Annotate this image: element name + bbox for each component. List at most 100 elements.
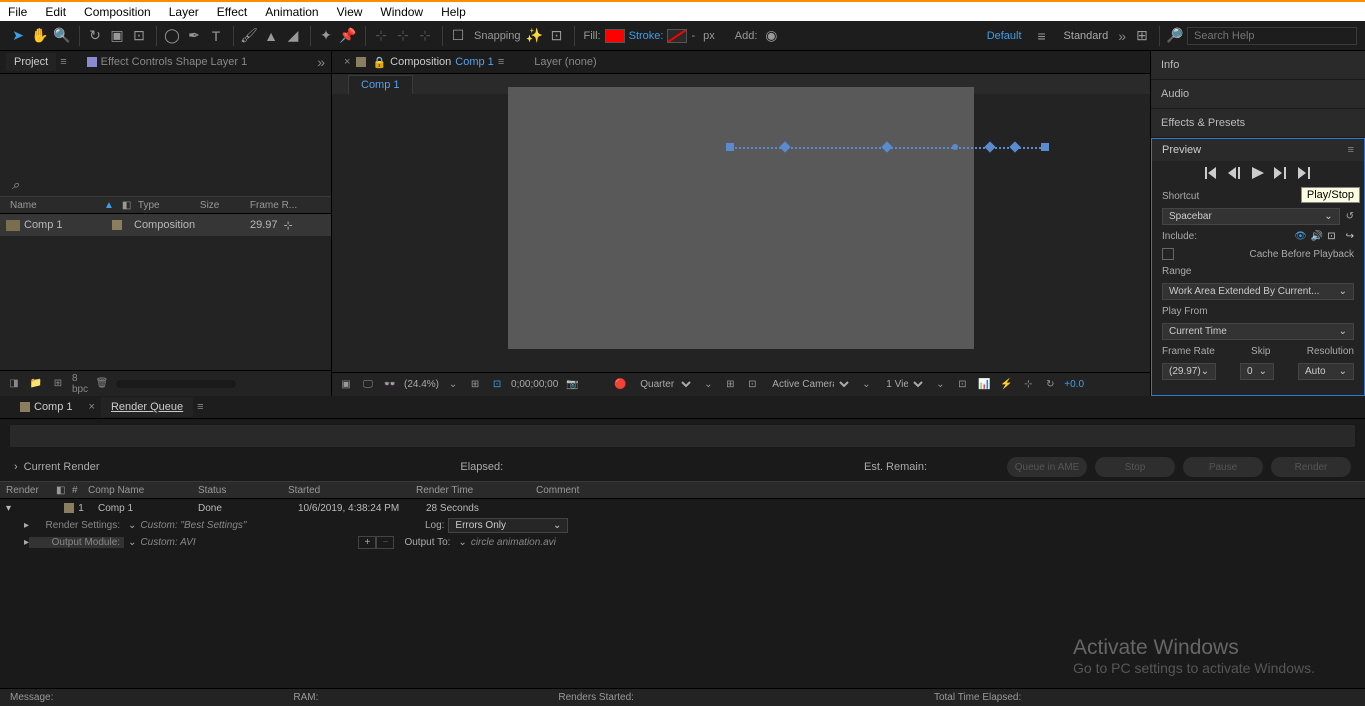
folder-icon[interactable]: 📁 bbox=[28, 377, 44, 391]
camera-tool-icon[interactable]: ▣ bbox=[107, 26, 127, 46]
roto-tool-icon[interactable]: ✦ bbox=[316, 26, 336, 46]
remove-output-icon[interactable]: − bbox=[376, 536, 394, 549]
snap-point-icon[interactable]: ✨ bbox=[525, 26, 545, 46]
snapshot-icon[interactable]: 📷 bbox=[564, 378, 580, 392]
menu-window[interactable]: Window bbox=[380, 5, 423, 19]
eraser-tool-icon[interactable]: ◢ bbox=[283, 26, 303, 46]
path-vertex[interactable] bbox=[1009, 141, 1020, 152]
chevron-down-icon[interactable]: ⌄ bbox=[128, 537, 136, 548]
comp-subtab[interactable]: Comp 1 bbox=[348, 75, 413, 94]
stop-button[interactable]: Stop bbox=[1095, 457, 1175, 477]
trash-icon[interactable]: 🗑 bbox=[94, 377, 110, 391]
resolution-icon[interactable]: ⊞ bbox=[467, 378, 483, 392]
last-frame-button[interactable] bbox=[1298, 167, 1312, 182]
col-status[interactable]: Status bbox=[192, 485, 282, 496]
snap-checkbox-icon[interactable]: ☐ bbox=[448, 26, 468, 46]
chevron-down-icon[interactable]: ⌄ bbox=[128, 520, 136, 531]
skip-dropdown[interactable]: 0⌄ bbox=[1240, 363, 1274, 380]
add-chevron-icon[interactable]: ◉ bbox=[761, 26, 781, 46]
workspace-default[interactable]: Default bbox=[987, 30, 1022, 42]
chevron-down-icon[interactable]: ⌄ bbox=[932, 378, 948, 392]
chevron-down-icon[interactable]: ⌄ bbox=[700, 378, 716, 392]
text-tool-icon[interactable]: T bbox=[206, 26, 226, 46]
fast-preview-icon[interactable]: ⚡ bbox=[998, 378, 1014, 392]
col-started[interactable]: Started bbox=[282, 485, 410, 496]
cache-checkbox[interactable] bbox=[1162, 248, 1174, 260]
menu-edit[interactable]: Edit bbox=[45, 5, 66, 19]
ellipse-tool-icon[interactable]: ◯ bbox=[162, 26, 182, 46]
col-render[interactable]: Render bbox=[0, 485, 50, 496]
quality-dropdown[interactable]: Quarter bbox=[634, 377, 694, 392]
shape-path[interactable] bbox=[730, 147, 1045, 149]
puppet-tool-icon[interactable]: 📌 bbox=[338, 26, 358, 46]
include-overlay-icon[interactable]: ⊡ bbox=[1327, 231, 1335, 242]
search-help-input[interactable] bbox=[1187, 27, 1357, 45]
render-queue-tab[interactable]: Render Queue bbox=[101, 397, 193, 417]
zoom-tool-icon[interactable]: 🔍 bbox=[52, 26, 72, 46]
render-item-row[interactable]: ▾ 1 Comp 1 Done 10/6/2019, 4:38:24 PM 28… bbox=[0, 499, 1365, 517]
effects-presets-panel[interactable]: Effects & Presets bbox=[1151, 109, 1365, 138]
mask-icon[interactable]: 👓 bbox=[382, 378, 398, 392]
output-module-value[interactable]: Custom: AVI bbox=[140, 537, 358, 548]
region-icon[interactable]: 🖵 bbox=[360, 378, 376, 392]
pixel-aspect-icon[interactable]: 📊 bbox=[976, 378, 992, 392]
new-comp-icon[interactable]: ⊞ bbox=[50, 377, 66, 391]
col-compname[interactable]: Comp Name bbox=[82, 485, 192, 496]
always-preview-icon[interactable]: ▣ bbox=[338, 378, 354, 392]
menu-file[interactable]: File bbox=[8, 5, 27, 19]
add-label[interactable]: Add: bbox=[735, 30, 758, 42]
composition-viewer[interactable] bbox=[332, 94, 1150, 372]
effect-controls-tab[interactable]: Effect Controls Shape Layer 1 bbox=[101, 53, 256, 71]
prev-frame-button[interactable] bbox=[1228, 167, 1242, 182]
menu-layer[interactable]: Layer bbox=[169, 5, 199, 19]
col-num[interactable]: # bbox=[66, 485, 82, 496]
menu-effect[interactable]: Effect bbox=[217, 5, 247, 19]
fill-label[interactable]: Fill: bbox=[584, 30, 601, 42]
flowchart-icon[interactable]: ⊹ bbox=[284, 219, 293, 232]
zoom-level[interactable]: (24.4%) bbox=[404, 379, 439, 390]
col-type[interactable]: Type bbox=[134, 200, 196, 211]
audio-panel[interactable]: Audio bbox=[1151, 80, 1365, 109]
interpret-icon[interactable]: ◨ bbox=[6, 377, 22, 391]
col-label-icon[interactable]: ◧ bbox=[50, 485, 66, 496]
reset-shortcut-icon[interactable]: ↺ bbox=[1346, 211, 1354, 222]
range-dropdown[interactable]: Work Area Extended By Current...⌄ bbox=[1162, 283, 1354, 300]
exposure-value[interactable]: +0.0 bbox=[1064, 379, 1084, 390]
menu-animation[interactable]: Animation bbox=[265, 5, 318, 19]
timeline-tab[interactable]: Comp 1 bbox=[10, 397, 83, 417]
views-dropdown[interactable]: 1 View bbox=[880, 377, 926, 392]
resolution-dropdown[interactable]: Auto⌄ bbox=[1298, 363, 1354, 380]
path-handle[interactable] bbox=[726, 143, 734, 151]
stroke-swatch[interactable] bbox=[667, 29, 687, 43]
workspace-menu-icon[interactable]: ≡ bbox=[1032, 26, 1052, 46]
composition-canvas[interactable] bbox=[508, 87, 974, 349]
project-tab[interactable]: Project bbox=[6, 53, 56, 71]
workspace-standard[interactable]: Standard bbox=[1064, 30, 1109, 42]
col-name[interactable]: Name bbox=[6, 200, 104, 211]
panel-menu-icon[interactable]: ≡ bbox=[197, 401, 203, 413]
guide-icon[interactable]: ⊡ bbox=[744, 378, 760, 392]
add-output-icon[interactable]: + bbox=[358, 536, 376, 549]
timecode[interactable]: 0;00;00;00 bbox=[511, 379, 558, 390]
info-panel[interactable]: Info bbox=[1151, 51, 1365, 80]
play-button[interactable] bbox=[1252, 167, 1264, 182]
path-vertex[interactable] bbox=[881, 141, 892, 152]
comp-name[interactable]: Comp 1 bbox=[455, 56, 494, 68]
pan-behind-tool-icon[interactable]: ⊡ bbox=[129, 26, 149, 46]
home-icon[interactable]: ⊞ bbox=[1132, 26, 1152, 46]
panel-menu-icon[interactable]: ≡ bbox=[498, 56, 504, 68]
expand-icon[interactable]: › bbox=[14, 461, 18, 473]
path-handle[interactable] bbox=[1041, 143, 1049, 151]
overflow-icon[interactable]: » bbox=[317, 54, 325, 70]
lock-icon[interactable]: 🔒 bbox=[372, 56, 386, 69]
flowchart-icon[interactable]: ⊹ bbox=[1020, 378, 1036, 392]
include-audio-icon[interactable]: 🔊 bbox=[1311, 231, 1323, 242]
preview-title[interactable]: Preview bbox=[1162, 144, 1201, 156]
reset-exposure-icon[interactable]: ↻ bbox=[1042, 378, 1058, 392]
stroke-label[interactable]: Stroke: bbox=[629, 30, 664, 42]
menu-view[interactable]: View bbox=[337, 5, 363, 19]
menu-help[interactable]: Help bbox=[441, 5, 466, 19]
panel-menu-icon[interactable]: ≡ bbox=[60, 56, 66, 68]
expand-toggle-icon[interactable]: ▾ bbox=[6, 503, 14, 514]
close-tab-icon[interactable]: × bbox=[344, 56, 350, 68]
